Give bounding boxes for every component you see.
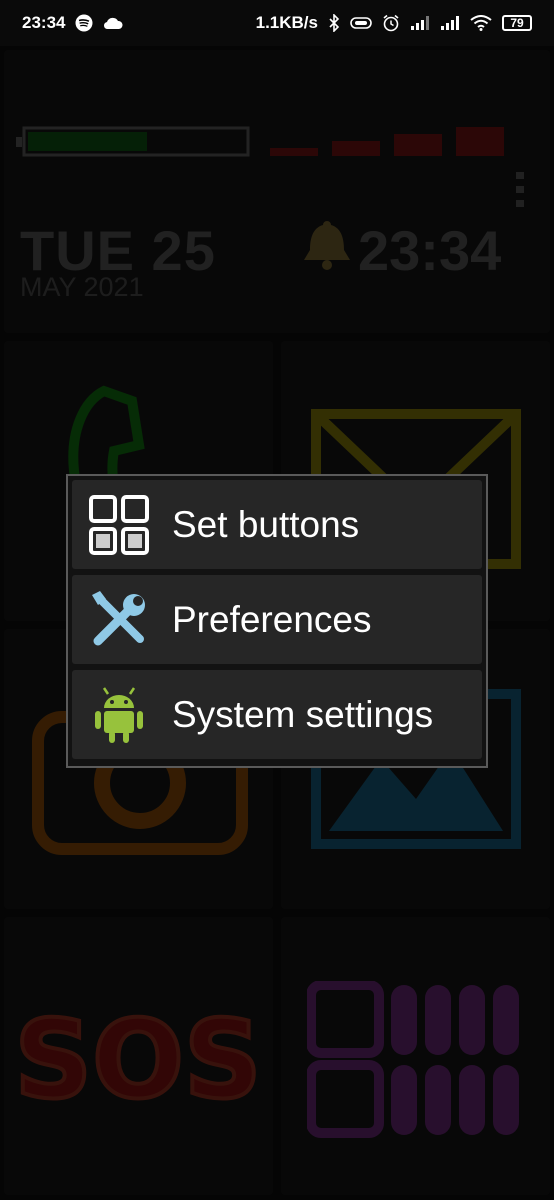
signal-icon xyxy=(411,16,429,30)
battery-icon: 79 xyxy=(502,15,532,31)
bluetooth-icon xyxy=(329,14,340,32)
menu-item-label: Preferences xyxy=(172,598,372,640)
net-speed: 1.1KB/s xyxy=(255,13,318,32)
tools-icon xyxy=(92,590,145,645)
context-menu: Set buttons Preferences System settings xyxy=(66,474,488,768)
spotify-icon xyxy=(75,14,93,32)
grid-icon xyxy=(89,494,149,555)
vibrate-icon xyxy=(350,17,372,29)
menu-item-system-settings[interactable]: System settings xyxy=(72,670,482,759)
menu-item-label: Set buttons xyxy=(172,503,360,545)
cloud-icon xyxy=(104,17,124,30)
status-bar: 23:34 1.1KB/s 79 xyxy=(0,0,554,46)
status-time: 23:34 xyxy=(22,13,66,32)
menu-item-set-buttons[interactable]: Set buttons xyxy=(72,480,482,569)
alarm-icon xyxy=(383,14,399,32)
menu-item-preferences[interactable]: Preferences xyxy=(72,575,482,664)
android-icon xyxy=(95,686,143,743)
status-bar-left: 23:34 xyxy=(22,13,124,33)
signal-icon xyxy=(441,16,459,30)
menu-item-label: System settings xyxy=(172,693,434,735)
status-bar-right: 1.1KB/s 79 xyxy=(256,13,532,33)
wifi-icon xyxy=(470,15,492,31)
